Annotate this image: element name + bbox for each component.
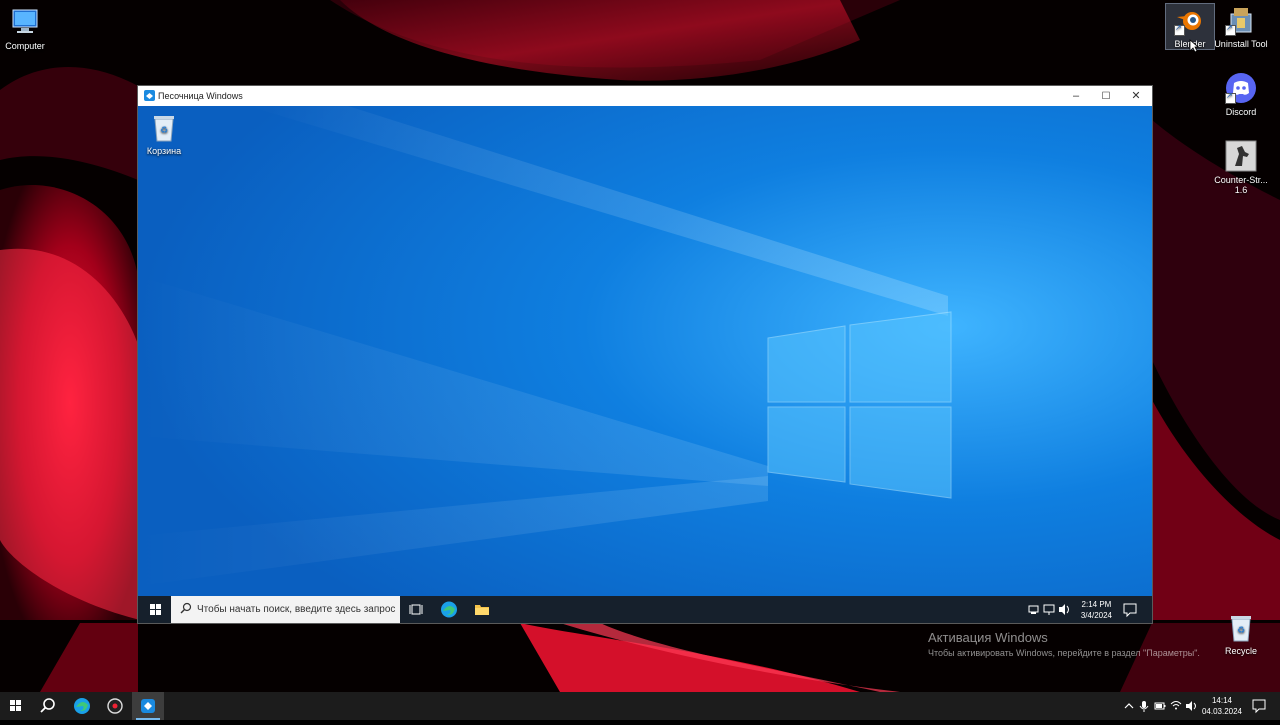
edge-icon <box>441 601 457 618</box>
activation-title: Активация Windows <box>928 630 1048 645</box>
maximize-icon: ☐ <box>1101 91 1111 102</box>
maximize-button[interactable]: ☐ <box>1091 86 1121 106</box>
sandbox-app-icon <box>144 90 155 101</box>
minimize-icon: – <box>1072 90 1080 102</box>
notification-icon <box>1123 603 1137 618</box>
edge-icon <box>74 698 90 714</box>
sandbox-tray-network-icon[interactable] <box>1028 596 1040 623</box>
sandbox-taskbar: Чтобы начать поиск, введите здесь запрос… <box>138 596 1152 623</box>
volume-icon[interactable] <box>1185 692 1199 720</box>
recycle-bin-icon: ♻ <box>148 111 180 143</box>
recorder-icon <box>107 698 123 714</box>
desktop-icon-uninstall-tool[interactable]: Uninstall Tool <box>1214 4 1268 49</box>
desktop-icon-computer[interactable]: Computer <box>0 6 53 51</box>
desktop-icon-label: Discord <box>1225 107 1257 117</box>
search-icon <box>40 698 55 713</box>
battery-icon[interactable] <box>1153 692 1167 720</box>
sandbox-desktop: ♻ Корзина <box>138 106 1152 596</box>
sandbox-taskbar-button[interactable] <box>132 692 164 720</box>
taskbar-clock[interactable]: 14:14 04.03.2024 <box>1202 695 1242 717</box>
sandbox-wallpaper <box>138 106 1152 596</box>
file-explorer-taskbar-button[interactable] <box>468 596 496 623</box>
sandbox-icon <box>141 699 155 713</box>
activation-subtitle: Чтобы активировать Windows, перейдите в … <box>928 648 1200 658</box>
desktop-icon-label: Counter-Str... 1.6 <box>1214 175 1268 195</box>
desktop-icon-recycle-bin[interactable]: ♻ Recycle <box>1213 611 1269 656</box>
search-button[interactable] <box>32 692 64 720</box>
folder-icon <box>475 605 489 615</box>
sandbox-clock[interactable]: 2:14 PM 3/4/2024 <box>1081 599 1112 621</box>
task-view-button[interactable] <box>402 596 430 623</box>
taskbar-clock-time: 14:14 <box>1211 696 1232 705</box>
sandbox-notifications-button[interactable] <box>1116 596 1144 623</box>
notification-icon[interactable] <box>1250 692 1268 720</box>
close-icon: ✕ <box>1131 90 1141 102</box>
activation-watermark: Активация Windows Чтобы активировать Win… <box>928 630 1200 658</box>
counter-strike-icon <box>1225 140 1257 172</box>
sandbox-tray-display-icon[interactable] <box>1043 596 1055 623</box>
svg-text:♻: ♻ <box>160 126 168 136</box>
sandbox-search-box[interactable]: Чтобы начать поиск, введите здесь запрос <box>171 596 400 623</box>
chevron-up-icon[interactable] <box>1122 692 1136 720</box>
desktop-icon-label: Recycle <box>1224 646 1257 656</box>
edge-taskbar-button[interactable] <box>435 596 463 623</box>
start-button[interactable] <box>0 692 32 720</box>
sandbox-clock-time: 2:14 PM <box>1081 600 1112 609</box>
search-placeholder: Чтобы начать поиск, введите здесь запрос <box>197 604 396 615</box>
desktop-icon-discord[interactable]: Discord <box>1213 72 1269 117</box>
microphone-icon[interactable] <box>1138 692 1150 720</box>
windows-logo-icon <box>10 700 21 711</box>
taskbar-clock-date: 04.03.2024 <box>1201 707 1242 716</box>
recycle-bin-icon: ♻ <box>1225 611 1257 643</box>
sandbox-window[interactable]: Песочница Windows – ☐ ✕ ♻ Корзина Чтобы … <box>138 86 1152 623</box>
desktop-icon-label: Корзина <box>146 146 182 156</box>
desktop-icon-label: Uninstall Tool <box>1214 39 1268 49</box>
desktop-icon-label: Computer <box>5 41 45 51</box>
taskbar: 14:14 04.03.2024 <box>0 692 1280 720</box>
uninstall-tool-icon <box>1225 4 1257 36</box>
desktop-icon-counter-strike[interactable]: Counter-Str... 1.6 <box>1213 140 1269 195</box>
sandbox-clock-date: 3/4/2024 <box>1080 611 1112 620</box>
minimize-button[interactable]: – <box>1061 86 1091 106</box>
blender-icon <box>1174 4 1206 36</box>
search-icon <box>180 602 192 614</box>
wifi-icon[interactable] <box>1169 692 1183 720</box>
svg-text:♻: ♻ <box>1237 626 1245 636</box>
sandbox-desktop-icon-recycle-bin[interactable]: ♻ Корзина <box>138 111 192 156</box>
edge-taskbar-button[interactable] <box>66 692 98 720</box>
discord-icon <box>1225 72 1257 104</box>
screen-recorder-taskbar-button[interactable] <box>99 692 131 720</box>
close-button[interactable]: ✕ <box>1121 86 1151 106</box>
window-title: Песочница Windows <box>158 91 243 101</box>
task-view-icon <box>409 604 423 615</box>
windows-logo-icon <box>150 604 161 615</box>
mouse-cursor-icon <box>1189 39 1199 53</box>
computer-icon <box>9 6 41 38</box>
sandbox-tray-volume-icon[interactable] <box>1058 596 1072 623</box>
sandbox-start-button[interactable] <box>141 596 169 623</box>
sandbox-titlebar[interactable]: Песочница Windows – ☐ ✕ <box>138 86 1152 106</box>
